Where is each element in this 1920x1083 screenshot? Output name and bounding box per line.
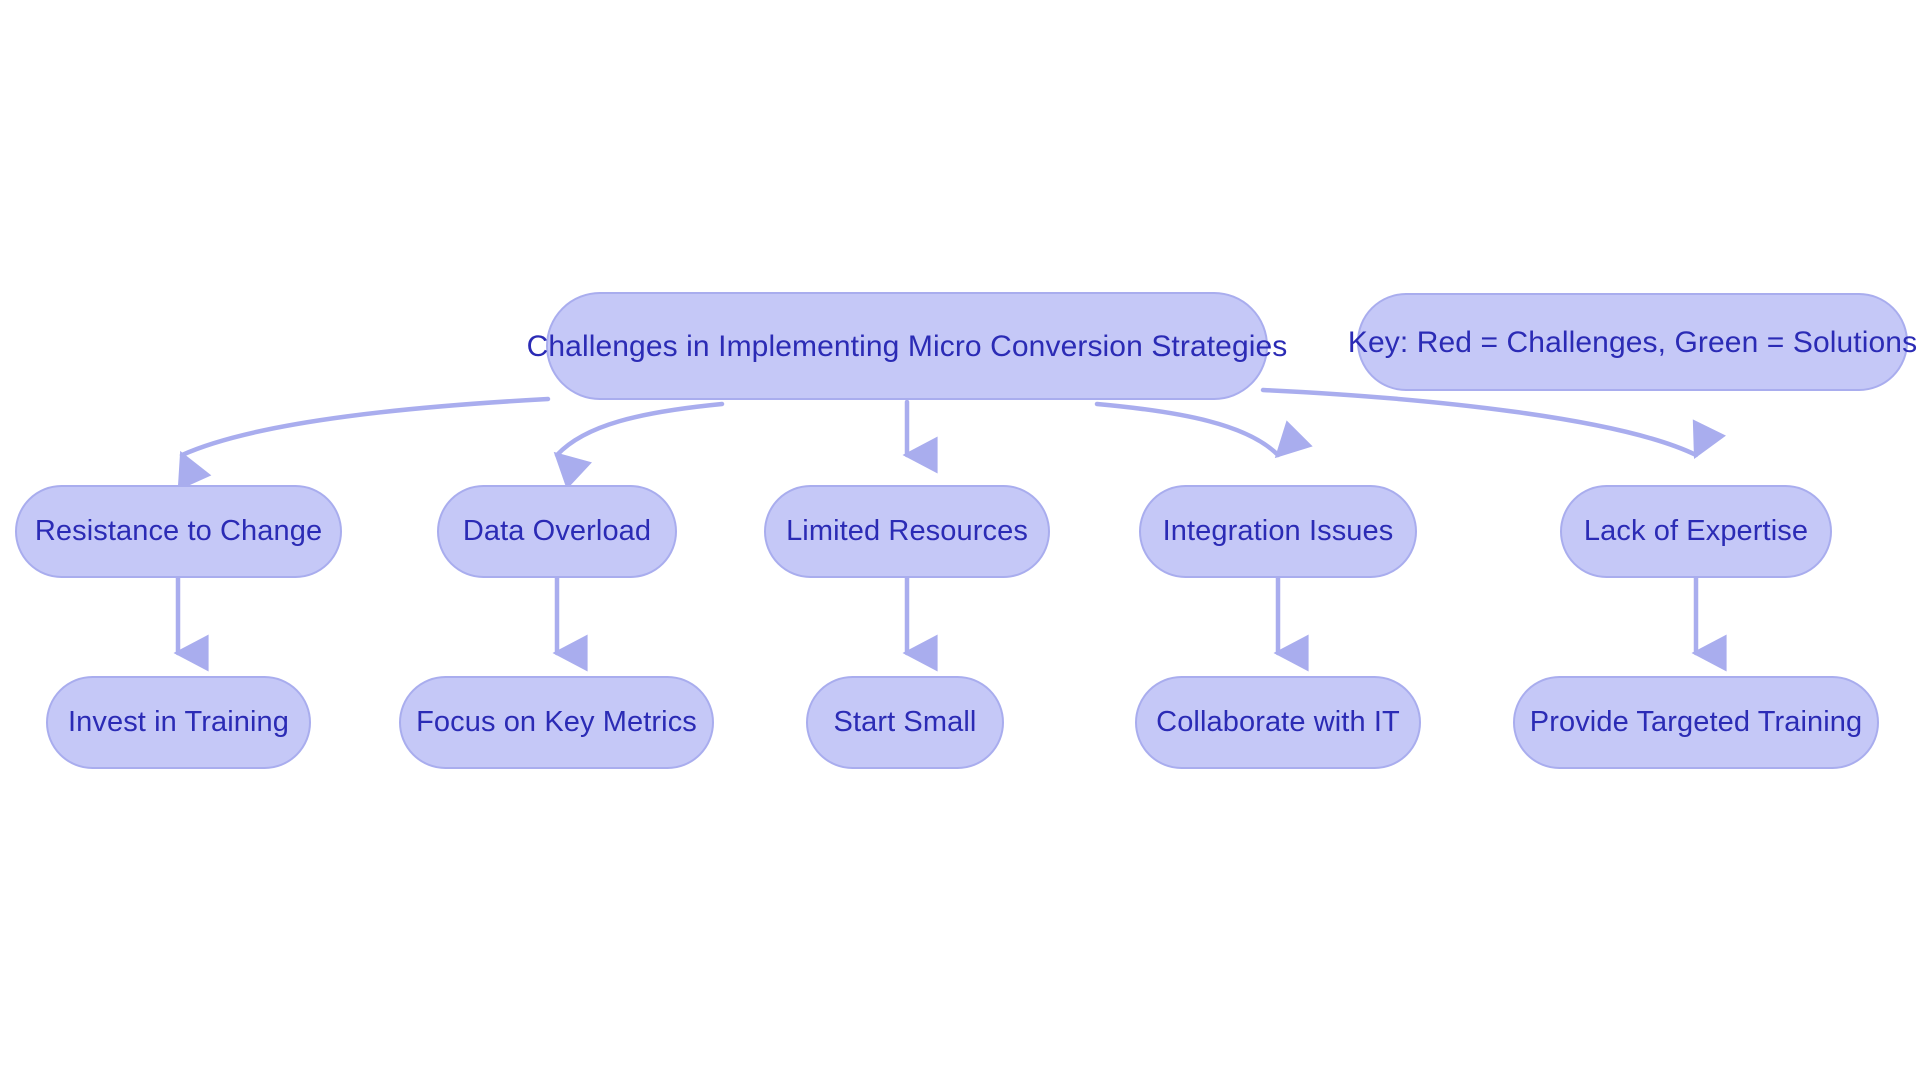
flowchart-canvas: Challenges in Implementing Micro Convers… <box>0 0 1920 1083</box>
node-limited-resources[interactable]: Limited Resources <box>764 485 1050 578</box>
node-lack-of-expertise[interactable]: Lack of Expertise <box>1560 485 1832 578</box>
node-root[interactable]: Challenges in Implementing Micro Convers… <box>527 292 1287 400</box>
node-limited-resources-label: Limited Resources <box>786 514 1028 547</box>
edge-root-to-resistance-to-change <box>177 396 551 491</box>
node-collaborate-with-it[interactable]: Collaborate with IT <box>1135 676 1421 769</box>
node-focus-on-key-metrics-label: Focus on Key Metrics <box>416 705 697 738</box>
node-invest-in-training-label: Invest in Training <box>67 705 290 738</box>
node-lack-of-expertise-label: Lack of Expertise <box>1583 514 1809 547</box>
edge-root-to-integration-issues <box>1094 401 1313 459</box>
node-start-small[interactable]: Start Small <box>806 676 1004 769</box>
node-resistance-to-change-label: Resistance to Change <box>34 514 323 547</box>
node-focus-on-key-metrics[interactable]: Focus on Key Metrics <box>399 676 714 769</box>
node-integration-issues[interactable]: Integration Issues <box>1139 485 1417 578</box>
node-resistance-to-change[interactable]: Resistance to Change <box>15 485 342 578</box>
node-start-small-label: Start Small <box>833 705 977 738</box>
edge-root-to-data-overload <box>553 401 725 490</box>
node-integration-issues-label: Integration Issues <box>1162 514 1394 547</box>
node-key-legend-label: Key: Red = Challenges, Green = Solutions <box>1347 325 1918 359</box>
node-collaborate-with-it-label: Collaborate with IT <box>1156 705 1400 738</box>
node-provide-targeted-training[interactable]: Provide Targeted Training <box>1513 676 1879 769</box>
edge-root-to-lack-of-expertise <box>1260 387 1726 460</box>
node-key-legend[interactable]: Key: Red = Challenges, Green = Solutions <box>1348 293 1917 391</box>
node-data-overload-label: Data Overload <box>462 514 652 547</box>
node-root-label: Challenges in Implementing Micro Convers… <box>526 329 1288 363</box>
node-provide-targeted-training-label: Provide Targeted Training <box>1529 705 1863 738</box>
node-invest-in-training[interactable]: Invest in Training <box>46 676 311 769</box>
node-data-overload[interactable]: Data Overload <box>437 485 677 578</box>
